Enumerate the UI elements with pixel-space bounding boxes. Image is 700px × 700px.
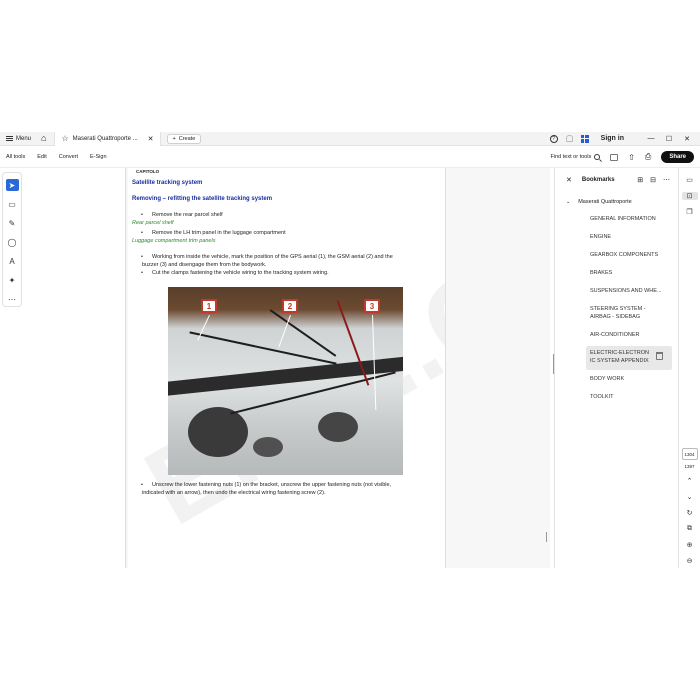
bullet-item: Cut the clamps fastening the vehicle wir… bbox=[141, 270, 329, 276]
bookmarks-header: ✕ Bookmarks ⊞ ⊟ ⋯ bbox=[555, 174, 679, 186]
bookmark-item-selected[interactable]: ELECTRIC-ELECTRON bbox=[590, 350, 649, 358]
share-button[interactable]: Share bbox=[661, 151, 694, 163]
tools-rail: ➤ ▭ ✎ ◯ A ✦ ⋯ bbox=[2, 172, 22, 307]
select-tool-icon[interactable]: ➤ bbox=[5, 179, 19, 192]
zoom-in-icon[interactable]: ⊕ bbox=[687, 541, 693, 549]
comment-tool-icon[interactable]: ▭ bbox=[6, 198, 19, 210]
callout-label-1: 1 bbox=[201, 299, 217, 313]
create-button[interactable]: + Create bbox=[166, 133, 202, 144]
menu-all-tools[interactable]: All tools bbox=[6, 154, 25, 160]
more-tools-icon[interactable]: ⋯ bbox=[6, 294, 19, 306]
bookmark-item[interactable]: GENERAL INFORMATION bbox=[590, 216, 656, 224]
notification-icon[interactable] bbox=[565, 135, 573, 142]
pdf-reader-app: Menu ⌂ ☆ Maserati Quattroporte ... ✕ + C… bbox=[0, 131, 700, 568]
upload-icon[interactable]: ⇧ bbox=[628, 153, 635, 162]
chevron-down-icon[interactable]: ⌄ bbox=[687, 493, 693, 501]
create-label: Create bbox=[178, 135, 196, 142]
menu-button[interactable]: Menu bbox=[6, 136, 31, 142]
document-tab[interactable]: ☆ Maserati Quattroporte ... ✕ bbox=[54, 131, 161, 146]
find-label: Find text or tools bbox=[550, 154, 592, 160]
bookmark-item[interactable]: STEERING SYSTEM - bbox=[590, 306, 646, 314]
bullet-item: Unscrew the lower fastening nuts (1) on … bbox=[141, 482, 391, 488]
page-title: Satellite tracking system bbox=[132, 180, 203, 186]
bullet-item: Remove the LH trim panel in the luggage … bbox=[141, 230, 286, 236]
bullet-item: Remove the rear parcel shelf bbox=[141, 212, 223, 218]
search-icon bbox=[594, 154, 601, 160]
add-bookmark-icon[interactable]: ⊞ bbox=[637, 176, 643, 184]
trash-icon[interactable] bbox=[656, 352, 663, 360]
menu-convert[interactable]: Convert bbox=[59, 154, 78, 160]
help-icon[interactable]: ? bbox=[549, 134, 558, 143]
menu-e-sign[interactable]: E-Sign bbox=[90, 154, 107, 160]
home-icon[interactable]: ⌂ bbox=[41, 134, 46, 143]
bookmark-item-continuation[interactable]: AIRBAG - SIDEBAG bbox=[590, 314, 640, 322]
chevron-up-icon[interactable]: ⌃ bbox=[687, 477, 693, 485]
bookmark-item[interactable]: GEARBOX COMPONENTS bbox=[590, 252, 658, 260]
hamburger-icon bbox=[6, 136, 13, 141]
apps-icon[interactable] bbox=[580, 134, 589, 143]
title-bar: Menu ⌂ ☆ Maserati Quattroporte ... ✕ + C… bbox=[0, 131, 700, 146]
callout-label-2: 2 bbox=[282, 299, 298, 313]
page-total: 1397 bbox=[684, 464, 695, 469]
close-tab-icon[interactable]: ✕ bbox=[148, 135, 154, 143]
bookmark-item[interactable]: TOOLKIT bbox=[590, 394, 613, 402]
rotate-icon[interactable]: ↻ bbox=[687, 509, 693, 517]
sign-in-button[interactable]: Sign in bbox=[601, 135, 624, 142]
page-number-input[interactable]: 1304 bbox=[681, 448, 698, 460]
chevron-down-icon[interactable]: ⌄ bbox=[566, 199, 570, 205]
text-tool-icon[interactable]: A bbox=[6, 256, 19, 268]
close-window-icon[interactable]: ✕ bbox=[682, 135, 692, 143]
scrollbar-thumb[interactable] bbox=[546, 532, 547, 542]
save-icon[interactable] bbox=[610, 153, 619, 161]
section-subtitle: Removing – refitting the satellite track… bbox=[132, 196, 273, 202]
zoom-out-icon[interactable]: ⊖ bbox=[687, 557, 693, 565]
right-rail: ▭ ⊡ ❐ 1304 1397 ⌃ ⌄ ↻ ⧉ ⊕ ⊖ bbox=[678, 168, 700, 568]
star-icon[interactable]: ☆ bbox=[61, 134, 68, 143]
bookmark-item[interactable]: BODY WORK bbox=[590, 376, 624, 384]
wiring-photo: 1 2 3 bbox=[168, 287, 403, 475]
document-page[interactable]: EPC...COM CAPITOLO Satellite tracking sy… bbox=[128, 168, 446, 568]
maximize-icon[interactable]: ☐ bbox=[664, 135, 674, 143]
bookmarks-panel-icon[interactable]: ⊡ bbox=[681, 192, 698, 200]
menu-edit[interactable]: Edit bbox=[37, 154, 46, 160]
close-panel-icon[interactable]: ✕ bbox=[566, 176, 572, 184]
bookmark-root-label: Maserati Quattroporte bbox=[578, 199, 632, 205]
doc-link-trim-panels[interactable]: Luggage compartment trim panels bbox=[132, 238, 215, 244]
plus-icon: + bbox=[172, 135, 176, 142]
page-header: CAPITOLO bbox=[136, 169, 160, 174]
tab-title: Maserati Quattroporte ... bbox=[72, 135, 138, 142]
bullet-continuation: indicated with an arrow), then undo the … bbox=[142, 490, 326, 496]
bullet-continuation: buzzer (3) and disengage them from the b… bbox=[142, 262, 267, 268]
fit-page-icon[interactable]: ⧉ bbox=[687, 525, 692, 533]
bookmark-item[interactable]: ENGINE bbox=[590, 234, 611, 242]
print-icon[interactable]: ⎙ bbox=[645, 152, 651, 162]
bullet-item: Working from inside the vehicle, mark th… bbox=[141, 254, 393, 260]
minimize-icon[interactable]: — bbox=[646, 135, 656, 142]
stamp-tool-icon[interactable]: ✦ bbox=[6, 275, 19, 287]
doc-link-rear-parcel-shelf[interactable]: Rear parcel shelf bbox=[132, 220, 174, 226]
lasso-tool-icon[interactable]: ◯ bbox=[6, 236, 19, 248]
bookmark-item-continuation[interactable]: IC SYSTEM APPENDIX bbox=[590, 358, 649, 366]
more-options-icon[interactable]: ⋯ bbox=[663, 176, 670, 184]
find-text-button[interactable]: Find text or tools bbox=[551, 154, 601, 160]
bookmarks-panel: ✕ Bookmarks ⊞ ⊟ ⋯ ⌄ Maserati Quattroport… bbox=[554, 168, 678, 568]
bookmarks-title: Bookmarks bbox=[581, 177, 615, 183]
bookmark-root[interactable]: ⌄ Maserati Quattroporte bbox=[566, 199, 632, 205]
bookmark-item[interactable]: BRAKES bbox=[590, 270, 612, 278]
menu-bar: All tools Edit Convert E-Sign Find text … bbox=[0, 147, 700, 168]
pages-icon[interactable]: ❐ bbox=[686, 208, 692, 216]
callout-label-3: 3 bbox=[364, 299, 380, 313]
menu-label: Menu bbox=[16, 135, 32, 142]
bookmark-item[interactable]: SUSPENSIONS AND WHE... bbox=[590, 288, 662, 296]
bookmark-icon[interactable]: ⊟ bbox=[650, 176, 656, 184]
bookmark-item[interactable]: AIR-CONDITIONER bbox=[590, 332, 640, 340]
comments-icon[interactable]: ▭ bbox=[686, 176, 693, 184]
pen-tool-icon[interactable]: ✎ bbox=[6, 217, 19, 229]
